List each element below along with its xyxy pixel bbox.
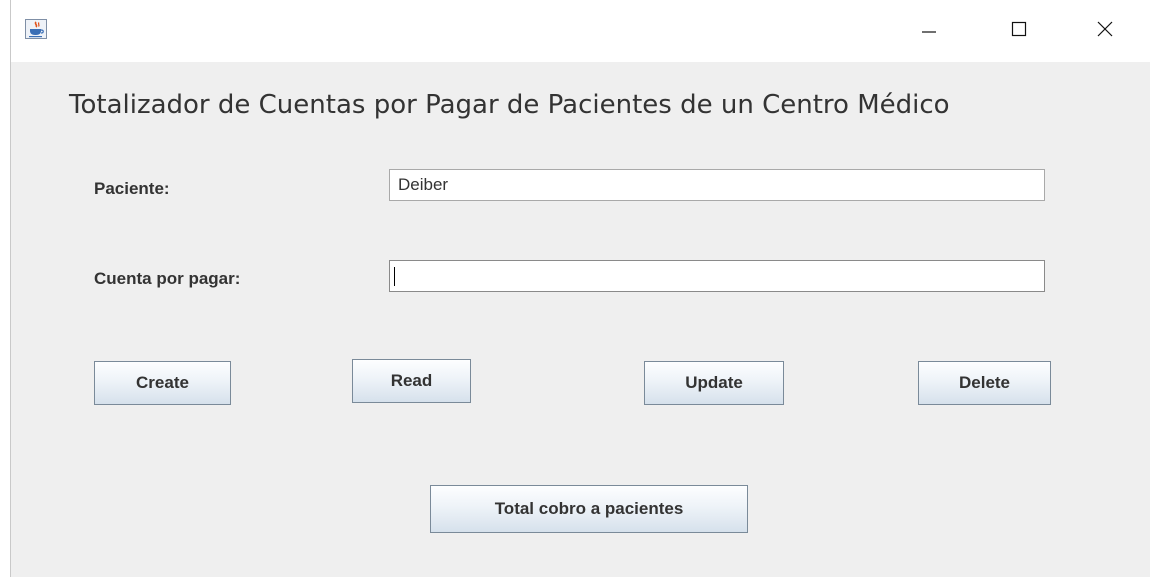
title-bar[interactable] <box>11 0 1150 62</box>
cuenta-por-pagar-label: Cuenta por pagar: <box>94 269 241 288</box>
paciente-label: Paciente: <box>94 179 170 198</box>
application-window: Totalizador de Cuentas por Pagar de Paci… <box>10 0 1150 577</box>
create-button[interactable]: Create <box>94 361 231 405</box>
update-button[interactable]: Update <box>644 361 784 405</box>
close-button[interactable] <box>1075 0 1135 62</box>
delete-button[interactable]: Delete <box>918 361 1051 405</box>
page-title: Totalizador de Cuentas por Pagar de Paci… <box>69 90 950 120</box>
text-caret <box>394 267 395 286</box>
read-button[interactable]: Read <box>352 359 471 403</box>
minimize-icon <box>920 20 938 43</box>
maximize-icon <box>1010 20 1028 43</box>
paciente-input[interactable] <box>389 169 1045 201</box>
minimize-button[interactable] <box>899 0 959 62</box>
close-icon <box>1096 20 1114 43</box>
total-cobro-button[interactable]: Total cobro a pacientes <box>430 485 748 533</box>
maximize-button[interactable] <box>989 0 1049 62</box>
cuenta-por-pagar-input[interactable] <box>389 260 1045 292</box>
form-panel: Totalizador de Cuentas por Pagar de Paci… <box>11 62 1150 577</box>
java-coffee-cup-icon[interactable] <box>25 19 47 39</box>
